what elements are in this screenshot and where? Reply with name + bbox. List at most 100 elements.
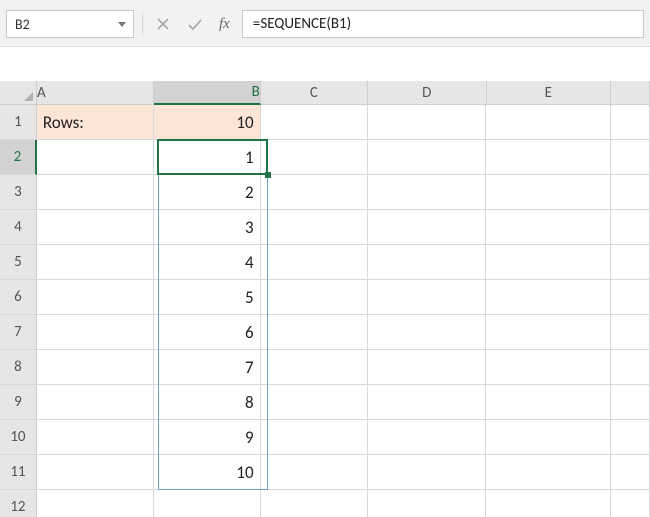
cell-C8[interactable] (261, 350, 368, 385)
cell-E5[interactable] (486, 245, 610, 280)
cell-D7[interactable] (368, 315, 487, 350)
cell-A3[interactable] (37, 175, 154, 210)
row-head-6[interactable]: 6 (0, 280, 37, 315)
cell-C11[interactable] (261, 455, 368, 490)
name-box-dropdown-icon[interactable] (117, 19, 127, 29)
cell-E1[interactable] (486, 105, 610, 140)
cell-E2[interactable] (486, 140, 610, 175)
select-all-corner[interactable] (0, 81, 37, 105)
cell-B5[interactable]: 4 (154, 245, 261, 280)
cell-B2[interactable]: 1 (154, 140, 261, 175)
cell-F9[interactable] (611, 385, 650, 420)
cell-A9[interactable] (37, 385, 154, 420)
col-head-A[interactable]: A (37, 81, 154, 105)
col-head-D[interactable]: D (368, 81, 487, 105)
row-head-2[interactable]: 2 (0, 140, 37, 175)
cell-F5[interactable] (611, 245, 650, 280)
spreadsheet-grid[interactable]: A B C D E 1 Rows: 10 2 1 3 2 4 (0, 81, 650, 517)
cell-D11[interactable] (368, 455, 487, 490)
row-head-12[interactable]: 12 (0, 490, 37, 517)
cell-A4[interactable] (37, 210, 154, 245)
col-head-C[interactable]: C (261, 81, 368, 105)
cell-E3[interactable] (486, 175, 610, 210)
cell-D3[interactable] (368, 175, 487, 210)
cell-A10[interactable] (37, 420, 154, 455)
cell-C1[interactable] (261, 105, 368, 140)
row-head-9[interactable]: 9 (0, 385, 37, 420)
cell-F7[interactable] (611, 315, 650, 350)
cell-A1[interactable]: Rows: (37, 105, 154, 140)
cell-E7[interactable] (486, 315, 610, 350)
cell-E12[interactable] (486, 490, 610, 517)
cell-B11[interactable]: 10 (154, 455, 261, 490)
cell-A7[interactable] (37, 315, 154, 350)
cell-E6[interactable] (486, 280, 610, 315)
formula-input[interactable]: =SEQUENCE(B1) (242, 10, 644, 38)
cell-A6[interactable] (37, 280, 154, 315)
cell-E10[interactable] (486, 420, 610, 455)
cell-D12[interactable] (368, 490, 487, 517)
cell-A2[interactable] (37, 140, 154, 175)
fill-handle[interactable] (265, 172, 271, 178)
cell-C9[interactable] (261, 385, 368, 420)
cell-D4[interactable] (368, 210, 487, 245)
cell-C6[interactable] (261, 280, 368, 315)
cell-A11[interactable] (37, 455, 154, 490)
cell-F11[interactable] (611, 455, 650, 490)
cell-B12[interactable] (154, 490, 261, 517)
row-head-8[interactable]: 8 (0, 350, 37, 385)
cell-A5[interactable] (37, 245, 154, 280)
cell-B3[interactable]: 2 (154, 175, 261, 210)
cell-B10[interactable]: 9 (154, 420, 261, 455)
cell-F1[interactable] (611, 105, 650, 140)
cell-C2[interactable] (261, 140, 368, 175)
cell-D8[interactable] (368, 350, 487, 385)
row-head-4[interactable]: 4 (0, 210, 37, 245)
name-box[interactable]: B2 (6, 10, 134, 38)
row-head-7[interactable]: 7 (0, 315, 37, 350)
cell-C12[interactable] (261, 490, 368, 517)
col-head-extra[interactable] (611, 81, 650, 105)
cell-F4[interactable] (611, 210, 650, 245)
cell-B6[interactable]: 5 (154, 280, 261, 315)
cell-C3[interactable] (261, 175, 368, 210)
cell-C5[interactable] (261, 245, 368, 280)
cell-C10[interactable] (261, 420, 368, 455)
cell-D10[interactable] (368, 420, 487, 455)
col-head-B[interactable]: B (154, 81, 261, 105)
row-head-10[interactable]: 10 (0, 420, 37, 455)
cell-B9[interactable]: 8 (154, 385, 261, 420)
cell-D6[interactable] (368, 280, 487, 315)
row-head-11[interactable]: 11 (0, 455, 37, 490)
cell-E4[interactable] (486, 210, 610, 245)
cell-D1[interactable] (368, 105, 487, 140)
cell-A8[interactable] (37, 350, 154, 385)
formula-value: =SEQUENCE(B1) (253, 15, 351, 33)
cell-F3[interactable] (611, 175, 650, 210)
row-head-1[interactable]: 1 (0, 105, 37, 140)
cell-E9[interactable] (486, 385, 610, 420)
col-head-E[interactable]: E (487, 81, 612, 105)
cell-F6[interactable] (611, 280, 650, 315)
cell-D5[interactable] (368, 245, 487, 280)
cell-F12[interactable] (611, 490, 650, 517)
cell-F8[interactable] (611, 350, 650, 385)
cancel-icon[interactable] (151, 12, 175, 36)
cell-B1[interactable]: 10 (154, 105, 261, 140)
row-head-5[interactable]: 5 (0, 245, 37, 280)
cell-C7[interactable] (261, 315, 368, 350)
cell-E11[interactable] (486, 455, 610, 490)
cell-F2[interactable] (611, 140, 650, 175)
cell-F10[interactable] (611, 420, 650, 455)
cell-B4[interactable]: 3 (154, 210, 261, 245)
cell-B8[interactable]: 7 (154, 350, 261, 385)
fx-icon[interactable]: fx (215, 16, 234, 33)
cell-D2[interactable] (368, 140, 487, 175)
row-head-3[interactable]: 3 (0, 175, 37, 210)
cell-A12[interactable] (37, 490, 154, 517)
enter-icon[interactable] (183, 12, 207, 36)
cell-D9[interactable] (368, 385, 487, 420)
cell-B7[interactable]: 6 (154, 315, 261, 350)
cell-C4[interactable] (261, 210, 368, 245)
cell-E8[interactable] (486, 350, 610, 385)
